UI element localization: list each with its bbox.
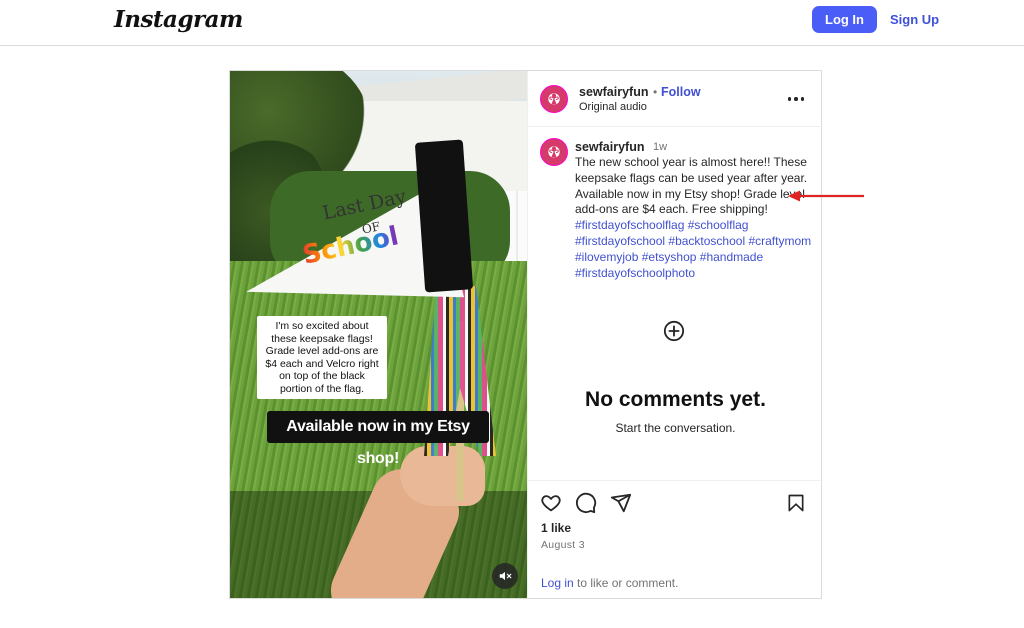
post-username[interactable]: sewfairyfun — [579, 85, 648, 99]
post-date: August 3 — [541, 539, 585, 551]
fairy-avatar-icon — [549, 146, 559, 158]
save-button[interactable] — [784, 491, 808, 515]
fairy-avatar-icon — [549, 93, 559, 105]
heart-icon — [541, 495, 561, 512]
hashtag-link[interactable]: #backtoschool — [668, 234, 745, 248]
hashtag-link[interactable]: #etsyshop — [642, 250, 697, 264]
video-text-overlay: I'm so excited about these keepsake flag… — [257, 316, 387, 399]
video-banner-overlay: Available now in my Etsy shop! — [267, 411, 489, 467]
audio-label[interactable]: Original audio — [579, 101, 647, 113]
post-card: Last Day OF School I'm so excited about … — [229, 70, 823, 599]
hashtag-link[interactable]: #firstdayofschoolflag — [575, 218, 684, 232]
hashtag-link[interactable]: #craftymom — [748, 234, 811, 248]
no-comments-subtitle: Start the conversation. — [615, 421, 736, 435]
post-header: sewfairyfun • Follow Original audio — [528, 71, 823, 127]
bookmark-icon — [788, 494, 804, 512]
login-button[interactable]: Log In — [812, 6, 877, 33]
hashtag-link[interactable]: #ilovemyjob — [575, 250, 638, 264]
caption-time: 1w — [653, 141, 668, 153]
hashtag-link[interactable]: #firstdayofschool — [575, 234, 665, 248]
login-prompt-text: to like or comment. — [573, 576, 679, 590]
comment-icon — [576, 492, 597, 514]
instagram-logo[interactable]: Instagram — [114, 6, 243, 33]
post-video[interactable]: Last Day OF School I'm so excited about … — [230, 71, 527, 598]
add-comment-icon — [663, 320, 685, 342]
comment-button[interactable] — [574, 491, 598, 515]
caption-username[interactable]: sewfairyfun — [575, 140, 644, 154]
hashtag-link[interactable]: #handmade — [700, 250, 763, 264]
caption-text: The new school year is almost here!! The… — [575, 155, 815, 281]
follow-button[interactable]: Follow — [661, 85, 701, 99]
post-actions: 1 like August 3 Log in to like or commen… — [528, 480, 823, 598]
add-comment-button[interactable] — [662, 320, 686, 344]
red-arrow-icon — [788, 190, 864, 202]
mute-button[interactable] — [492, 563, 518, 589]
top-navigation-bar: Instagram Log In Sign Up — [0, 0, 1024, 46]
caption-avatar[interactable] — [540, 138, 568, 166]
hashtag-link[interactable]: #firstdayofschoolphoto — [575, 266, 695, 280]
more-options-icon[interactable] — [786, 89, 806, 109]
hashtag-link[interactable]: #schoolflag — [688, 218, 749, 232]
like-count[interactable]: 1 like — [541, 521, 571, 535]
post-side-panel: sewfairyfun • Follow Original audio sewf… — [527, 71, 823, 598]
separator-dot: • — [653, 85, 658, 99]
no-comments-title: No comments yet. — [585, 388, 766, 411]
like-button[interactable] — [539, 491, 563, 515]
login-link[interactable]: Log in — [541, 576, 574, 590]
share-button[interactable] — [609, 491, 633, 515]
caption-body: The new school year is almost here!! The… — [575, 155, 808, 217]
login-prompt: Log in to like or comment. — [541, 576, 678, 590]
avatar[interactable] — [540, 85, 568, 113]
muted-speaker-icon — [499, 571, 512, 581]
share-icon — [610, 493, 632, 513]
signup-link[interactable]: Sign Up — [890, 12, 939, 27]
